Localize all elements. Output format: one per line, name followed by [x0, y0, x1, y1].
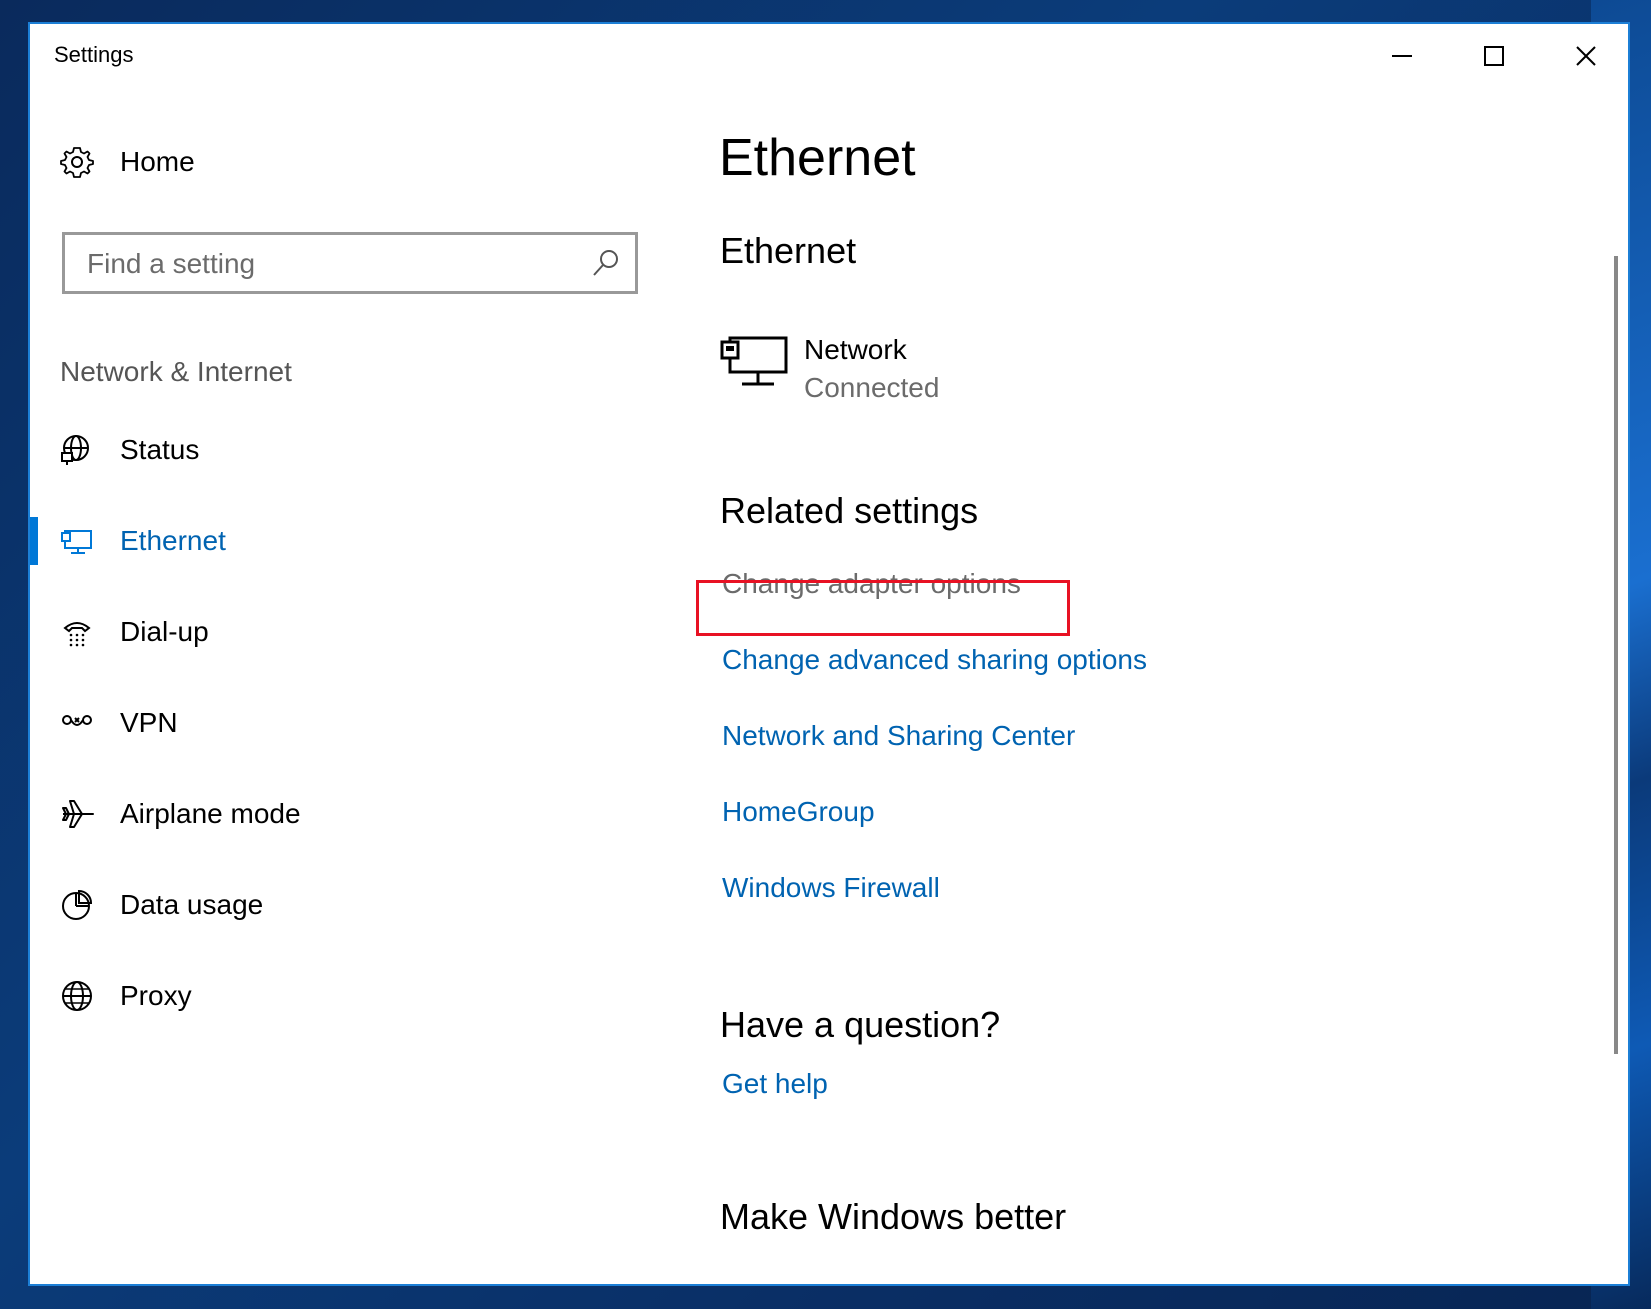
sidebar-item-ethernet[interactable]: Ethernet [30, 511, 670, 571]
globe-network-icon [60, 433, 94, 467]
ethernet-icon [60, 524, 94, 558]
close-icon [1576, 46, 1596, 66]
sidebar-item-label: Airplane mode [120, 798, 301, 829]
dialup-phone-icon [60, 615, 94, 649]
make-windows-better-heading: Make Windows better [720, 1196, 1067, 1237]
sidebar-item-status[interactable]: Status [30, 420, 670, 480]
maximize-button[interactable] [1448, 24, 1540, 88]
close-button[interactable] [1540, 24, 1628, 88]
question-heading: Have a question? [720, 1004, 1001, 1045]
sidebar-item-label: Status [120, 434, 200, 465]
minimize-icon [1392, 55, 1412, 57]
pie-chart-icon [60, 888, 94, 922]
device-name: Network [804, 334, 907, 365]
sidebar-item-proxy[interactable]: Proxy [30, 966, 670, 1026]
change-adapter-options-link[interactable]: Change adapter options [722, 568, 1021, 600]
active-indicator [30, 517, 38, 565]
sidebar-item-label: Dial-up [120, 616, 209, 647]
gear-icon [60, 145, 94, 179]
network-device[interactable]: Network Connected [720, 334, 1120, 414]
maximize-icon [1484, 46, 1504, 66]
minimize-button[interactable] [1356, 24, 1448, 88]
ethernet-device-icon [720, 334, 790, 395]
network-sharing-center-link[interactable]: Network and Sharing Center [722, 720, 1075, 752]
settings-window: Settings Home Network & Internet [28, 22, 1630, 1286]
device-status: Connected [804, 372, 940, 403]
title-bar[interactable]: Settings [30, 24, 1628, 88]
home-nav-item[interactable]: Home [30, 132, 670, 192]
sidebar-item-dialup[interactable]: Dial-up [30, 602, 670, 662]
related-settings-heading: Related settings [720, 490, 979, 531]
sidebar-item-airplane-mode[interactable]: Airplane mode [30, 784, 670, 844]
sidebar-item-label: Ethernet [120, 525, 226, 556]
globe-icon [60, 979, 94, 1013]
page-title: Ethernet [719, 129, 916, 187]
home-label: Home [120, 146, 195, 177]
section-title: Ethernet [720, 230, 857, 271]
window-title: Settings [54, 42, 134, 67]
search-input[interactable] [85, 245, 569, 283]
scrollbar[interactable] [1614, 256, 1618, 1054]
change-advanced-sharing-link[interactable]: Change advanced sharing options [722, 644, 1147, 676]
windows-firewall-link[interactable]: Windows Firewall [722, 872, 940, 904]
homegroup-link[interactable]: HomeGroup [722, 796, 875, 828]
search-icon[interactable] [591, 248, 621, 278]
sidebar-item-label: Proxy [120, 980, 192, 1011]
get-help-link[interactable]: Get help [722, 1068, 828, 1100]
sidebar-section-heading: Network & Internet [60, 356, 292, 387]
sidebar-item-vpn[interactable]: VPN [30, 693, 670, 753]
vpn-icon [60, 706, 94, 740]
sidebar-item-label: VPN [120, 707, 178, 738]
sidebar-item-label: Data usage [120, 889, 264, 920]
search-box[interactable] [62, 232, 638, 294]
airplane-icon [60, 797, 94, 831]
sidebar-item-data-usage[interactable]: Data usage [30, 875, 670, 935]
